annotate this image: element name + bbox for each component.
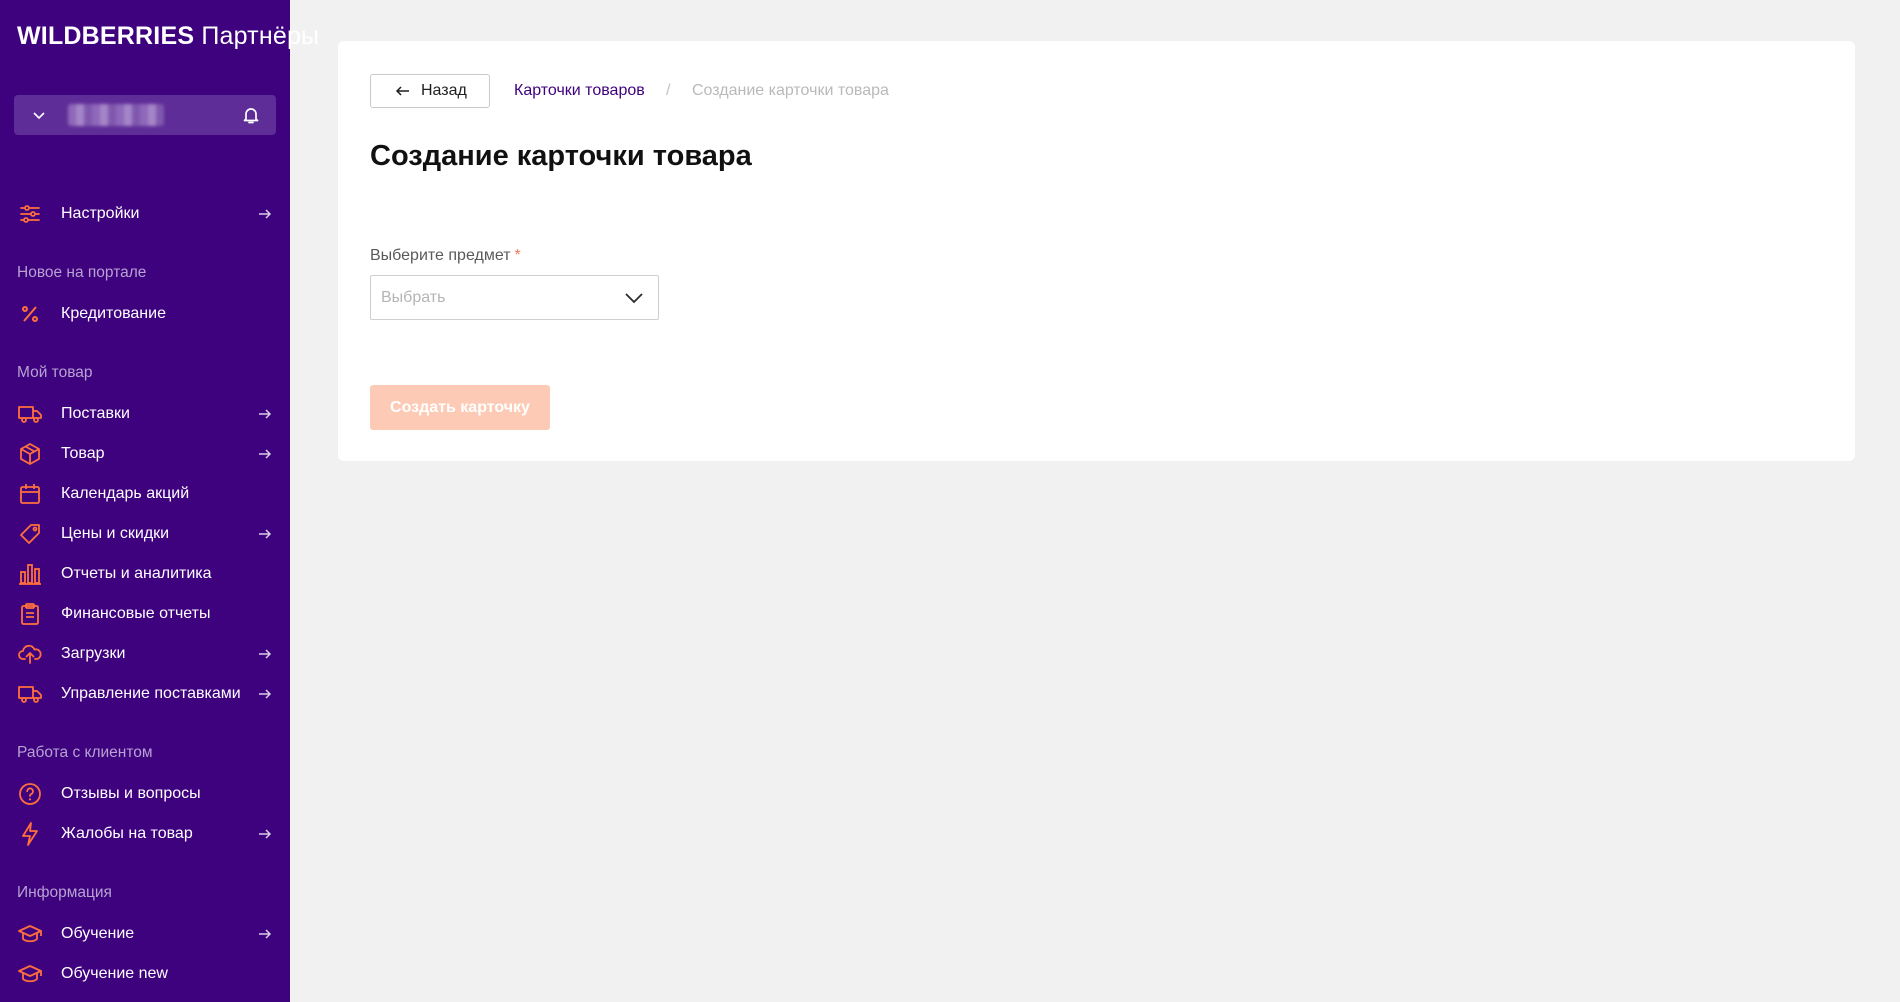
logo-sub: Партнёры: [201, 22, 320, 50]
bar-chart-icon: [18, 562, 42, 586]
sidebar-item-label: Отзывы и вопросы: [61, 785, 201, 802]
sidebar-item-label: Управление поставками: [61, 685, 241, 702]
sidebar-item-complaints[interactable]: Жалобы на товар: [0, 816, 290, 852]
required-mark: *: [514, 247, 521, 264]
sidebar-item-prices[interactable]: Цены и скидки: [0, 516, 290, 552]
truck-icon: [18, 682, 42, 706]
sidebar-item-reviews[interactable]: Отзывы и вопросы: [0, 776, 290, 812]
arrow-right-icon: [256, 925, 274, 943]
arrow-right-icon: [256, 645, 274, 663]
bell-icon[interactable]: [240, 104, 262, 126]
sidebar-item-label: Обучение: [61, 925, 135, 942]
account-name-blurred: [68, 104, 164, 126]
subject-select[interactable]: Выбрать: [370, 275, 659, 320]
sidebar-item-learning[interactable]: Обучение: [0, 916, 290, 952]
percent-icon: [18, 302, 42, 326]
arrow-right-icon: [256, 525, 274, 543]
sidebar-item-reports[interactable]: Отчеты и аналитика: [0, 556, 290, 592]
sidebar-item-uploads[interactable]: Загрузки: [0, 636, 290, 672]
graduation-cap-icon: [18, 962, 42, 986]
subject-select-placeholder: Выбрать: [381, 288, 446, 306]
arrow-right-icon: [256, 205, 274, 223]
sidebar-item-label: Отчеты и аналитика: [61, 565, 212, 582]
back-button[interactable]: Назад: [370, 74, 490, 108]
sidebar: WILDBERRIES Партнёры Настройки Новое на …: [0, 0, 319, 1002]
arrow-right-icon: [256, 405, 274, 423]
graduation-cap-icon: [18, 922, 42, 946]
section-goods: Мой товар: [17, 364, 93, 381]
chevron-down-icon: [624, 288, 644, 308]
sidebar-item-product[interactable]: Товар: [0, 436, 290, 472]
calendar-icon: [18, 482, 42, 506]
chevron-down-icon[interactable]: [32, 107, 48, 123]
sidebar-item-calendar[interactable]: Календарь акций: [0, 476, 290, 512]
sidebar-item-credit[interactable]: Кредитование: [0, 296, 290, 332]
create-card-button[interactable]: Создать карточку: [370, 385, 550, 430]
sliders-icon: [18, 202, 42, 226]
sidebar-item-supplies[interactable]: Поставки: [0, 396, 290, 432]
arrow-right-icon: [256, 685, 274, 703]
page-title: Создание карточки товара: [370, 140, 752, 172]
sidebar-item-label: Календарь акций: [61, 485, 190, 502]
account-switcher[interactable]: [14, 95, 276, 135]
clipboard-icon: [18, 602, 42, 626]
sidebar-item-label: Кредитование: [61, 305, 166, 322]
box-icon: [18, 442, 42, 466]
breadcrumb-current: Создание карточки товара: [692, 82, 889, 99]
sidebar-item-finance[interactable]: Финансовые отчеты: [0, 596, 290, 632]
back-button-label: Назад: [421, 82, 467, 99]
breadcrumb-separator: /: [666, 82, 671, 99]
sidebar-item-label: Товар: [61, 445, 105, 462]
truck-icon: [18, 402, 42, 426]
sidebar-item-label: Настройки: [61, 205, 140, 222]
sidebar-item-label: Цены и скидки: [61, 525, 170, 542]
sidebar-item-learning-new[interactable]: Обучение new: [0, 956, 290, 992]
arrow-left-icon: [395, 83, 411, 99]
breadcrumb-link-cards[interactable]: Карточки товаров: [514, 82, 645, 100]
sidebar-item-label: Жалобы на товар: [61, 825, 193, 842]
arrow-right-icon: [256, 825, 274, 843]
tag-icon: [18, 522, 42, 546]
sidebar-item-label: Поставки: [61, 405, 130, 422]
sidebar-item-label: Загрузки: [61, 645, 126, 662]
arrow-right-icon: [256, 445, 274, 463]
sidebar-item-label: Финансовые отчеты: [61, 605, 211, 622]
question-circle-icon: [18, 782, 42, 806]
sidebar-item-settings[interactable]: Настройки: [0, 196, 290, 232]
upload-cloud-icon: [18, 642, 42, 666]
logo[interactable]: WILDBERRIES Партнёры: [17, 22, 319, 51]
sidebar-item-supply-management[interactable]: Управление поставками: [0, 676, 290, 712]
content-card: Назад Карточки товаров / Создание карточ…: [338, 41, 1855, 461]
sidebar-item-label: Обучение new: [61, 965, 168, 982]
section-new: Новое на портале: [17, 264, 147, 281]
lightning-icon: [18, 822, 42, 846]
section-clients: Работа с клиентом: [17, 744, 153, 761]
section-info: Информация: [17, 884, 112, 901]
subject-field-label-text: Выберите предмет: [370, 247, 511, 264]
logo-brand: WILDBERRIES: [17, 22, 195, 50]
subject-field-label: Выберите предмет *: [370, 247, 521, 265]
